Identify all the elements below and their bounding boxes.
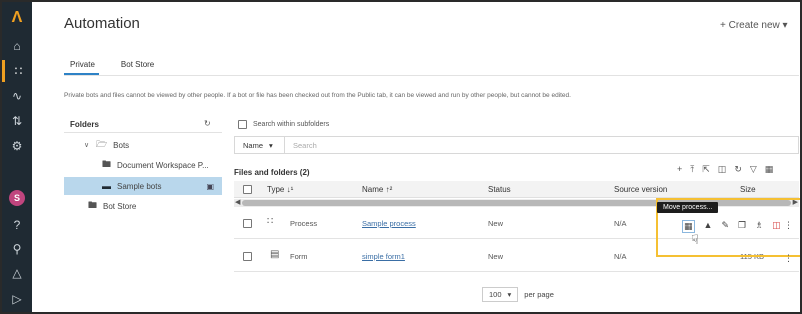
location-pin-icon[interactable]: ⚲ bbox=[2, 238, 32, 260]
run-icon[interactable]: ▲ bbox=[704, 220, 713, 233]
search-input[interactable]: Search bbox=[285, 141, 317, 150]
files-toolbar: + ⤒ ⇱ ◫ ↻ ▽ ▦ bbox=[677, 164, 773, 175]
more-options-icon[interactable]: ⋮ bbox=[784, 220, 793, 231]
row-type: Process bbox=[290, 219, 318, 228]
settings-gear-icon[interactable]: ⚙ bbox=[2, 135, 32, 157]
hand-cursor-icon: ☟ bbox=[691, 232, 699, 247]
notifications-bell-icon[interactable]: △ bbox=[2, 262, 32, 284]
edit-pencil-icon[interactable]: ✎ bbox=[721, 220, 729, 233]
page-size-value: 100 bbox=[489, 290, 502, 299]
user-avatar[interactable]: S bbox=[2, 187, 32, 209]
folder-label: Bots bbox=[113, 140, 130, 150]
search-subfolders-option[interactable]: Search within subfolders bbox=[238, 120, 329, 129]
columns-icon[interactable]: ▦ bbox=[765, 164, 774, 175]
refresh-icon[interactable]: ↻ bbox=[204, 119, 211, 128]
column-status[interactable]: Status bbox=[488, 185, 511, 194]
caret-down-icon: ▾ bbox=[269, 140, 273, 150]
row-name-link[interactable]: Sample process bbox=[362, 219, 416, 228]
create-new-button[interactable]: + Create new ▾ bbox=[720, 20, 788, 31]
copy-icon[interactable]: ❐ bbox=[738, 220, 746, 233]
pagination: 100 ▾ per page bbox=[482, 287, 554, 302]
folder-label: Sample bots bbox=[117, 181, 162, 191]
row-checkbox[interactable] bbox=[243, 252, 252, 261]
more-options-icon[interactable]: ⋮ bbox=[784, 253, 793, 264]
process-icon: ∷ bbox=[267, 216, 274, 227]
folder-icon: 🖿 bbox=[88, 200, 98, 210]
upload-icon[interactable]: ⤒ bbox=[690, 164, 694, 175]
folder-item-bots[interactable]: ∨ 🗁 Bots bbox=[64, 136, 222, 154]
delete-icon[interactable]: ◫ bbox=[718, 164, 727, 175]
folder-label: Bot Store bbox=[103, 201, 137, 211]
scroll-left-icon[interactable]: ◀ bbox=[235, 198, 240, 206]
automation-anywhere-logo-icon: Λ bbox=[11, 9, 23, 26]
search-bar: Name ▾ Search bbox=[234, 136, 799, 154]
folder-item-document-workspace[interactable]: 🖿 Document Workspace P... bbox=[64, 156, 222, 174]
filter-icon[interactable]: ▽ bbox=[750, 164, 757, 175]
search-field-value: Name bbox=[243, 140, 264, 150]
checkout-icon[interactable]: ⇱ bbox=[702, 164, 710, 175]
tab-private[interactable]: Private bbox=[64, 57, 99, 75]
app-window: Λ ⌂ ∷ ∿ ⇅ ⚙ S ? ⚲ △ ▷ Automation + Creat… bbox=[0, 0, 802, 314]
row-type: Form bbox=[290, 252, 308, 261]
table-header: Type ↓¹ Name ↑² Status Source version Si… bbox=[234, 181, 799, 198]
automation-nav-icon[interactable]: ∷ bbox=[2, 60, 32, 82]
open-folder-icon: 🗁 bbox=[96, 139, 108, 149]
row-version: N/A bbox=[614, 219, 627, 228]
folder-icon: 🖿 bbox=[102, 159, 112, 169]
page-title: Automation bbox=[64, 15, 140, 32]
per-page-label: per page bbox=[524, 290, 554, 299]
chevron-down-icon[interactable]: ∨ bbox=[84, 141, 96, 149]
tooltip: Move process... bbox=[657, 202, 719, 213]
row-name-link[interactable]: simple form1 bbox=[362, 252, 405, 261]
search-field-select[interactable]: Name ▾ bbox=[235, 137, 285, 153]
home-icon[interactable]: ⌂ bbox=[2, 35, 32, 57]
row-status: New bbox=[488, 219, 504, 228]
folder-label: Document Workspace P... bbox=[117, 160, 209, 170]
form-icon: ▤ bbox=[270, 249, 280, 260]
tab-bot-store[interactable]: Bot Store bbox=[115, 57, 158, 75]
column-size[interactable]: Size bbox=[740, 185, 756, 194]
tabs-divider bbox=[64, 75, 799, 76]
private-info-text: Private bots and files cannot be viewed … bbox=[64, 92, 571, 99]
column-source-version[interactable]: Source version bbox=[614, 185, 667, 194]
folder-options-icon[interactable]: ▣ bbox=[206, 182, 222, 191]
folder-filled-icon: ▬ bbox=[102, 181, 111, 191]
search-subfolders-checkbox[interactable] bbox=[238, 120, 247, 129]
delete-trash-icon[interactable]: ◫ bbox=[772, 220, 781, 233]
caret-down-icon: ▾ bbox=[507, 290, 512, 299]
help-icon[interactable]: ? bbox=[2, 214, 32, 236]
select-all-checkbox[interactable] bbox=[243, 185, 252, 194]
folders-divider bbox=[64, 132, 222, 133]
avatar-initial-icon: S bbox=[9, 190, 25, 206]
folder-item-bot-store[interactable]: 🖿 Bot Store bbox=[64, 197, 222, 215]
add-icon[interactable]: + bbox=[677, 164, 682, 175]
tab-bar: Private Bot Store bbox=[64, 57, 158, 75]
folder-item-sample-bots[interactable]: ▬ Sample bots ▣ bbox=[64, 177, 222, 195]
column-name[interactable]: Name ↑² bbox=[362, 185, 392, 194]
files-heading: Files and folders (2) bbox=[234, 168, 310, 177]
row-version: N/A bbox=[614, 252, 627, 261]
page-size-select[interactable]: 100 ▾ bbox=[482, 287, 519, 302]
activity-icon[interactable]: ∿ bbox=[2, 85, 32, 107]
search-subfolders-label: Search within subfolders bbox=[253, 121, 330, 128]
dependencies-icon[interactable]: ♗ bbox=[755, 220, 763, 233]
column-type[interactable]: Type ↓¹ bbox=[267, 185, 293, 194]
refresh-files-icon[interactable]: ↻ bbox=[734, 164, 742, 175]
folders-heading: Folders bbox=[70, 120, 99, 129]
analytics-icon[interactable]: ⇅ bbox=[2, 110, 32, 132]
expand-chevron-icon[interactable]: ▷ bbox=[2, 288, 32, 310]
left-nav-rail: Λ ⌂ ∷ ∿ ⇅ ⚙ S ? ⚲ △ ▷ bbox=[2, 2, 32, 312]
row-status: New bbox=[488, 252, 504, 261]
row-checkbox[interactable] bbox=[243, 219, 252, 228]
